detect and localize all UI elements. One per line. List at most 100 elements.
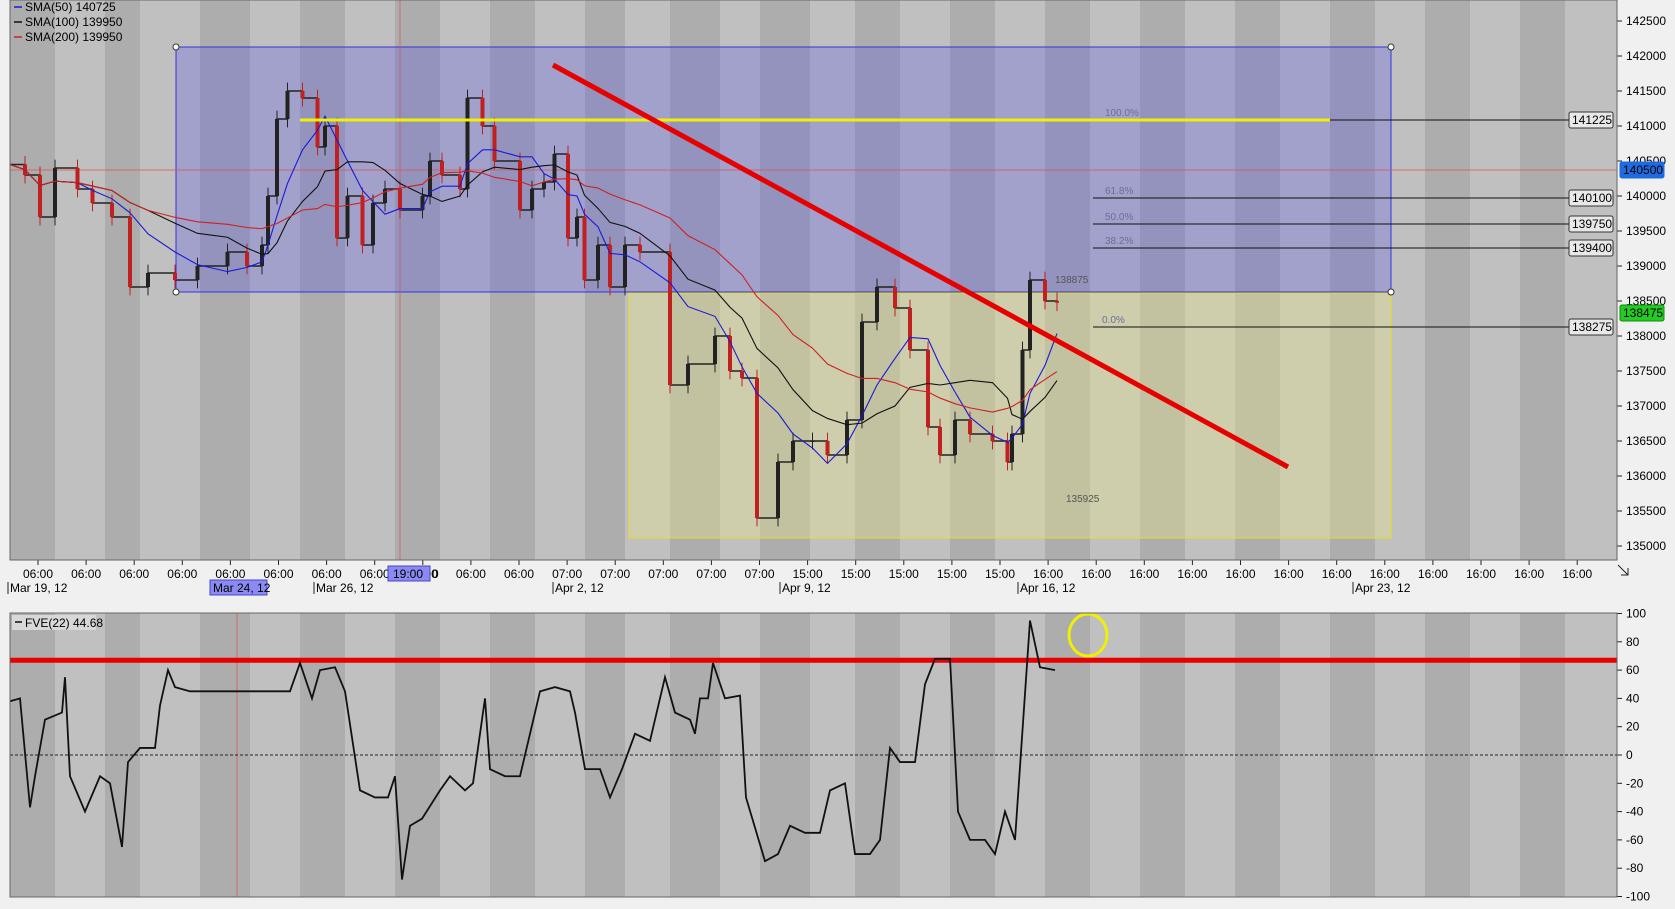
candle-body	[776, 462, 780, 518]
blue-range-box[interactable]	[175, 46, 1392, 293]
indicator-tick-label: 0	[1626, 748, 1633, 762]
date-label: Mar 19, 12	[10, 581, 68, 595]
time-tick-label: 16:00	[1226, 567, 1256, 581]
time-tick-label: 16:00	[1466, 567, 1496, 581]
time-tick-label: 16:00	[1418, 567, 1448, 581]
swing-low-label: 135925	[1066, 494, 1100, 505]
price-tick-label: 142000	[1626, 49, 1666, 63]
legend-sma100: SMA(100) 139950	[25, 15, 123, 29]
time-tick-label: 06:00	[360, 567, 390, 581]
time-tick-label: 16:00	[1081, 567, 1111, 581]
time-tick-label: 07:00	[696, 567, 726, 581]
price-box-label-fib_382: 139400	[1572, 241, 1612, 255]
time-tick-label: 06:00	[312, 567, 342, 581]
candle-body	[371, 203, 375, 245]
candle-body	[713, 336, 717, 364]
time-tick-label: 15:00	[841, 567, 871, 581]
candle-body	[323, 126, 327, 147]
time-tick-label: 06:00	[264, 567, 294, 581]
fib-label: 100.0%	[1105, 108, 1139, 119]
candle-body	[492, 126, 497, 161]
candle-body	[582, 217, 587, 280]
candle-body	[225, 252, 230, 266]
price-tick-label: 141500	[1626, 84, 1666, 98]
price-tick-label: 137500	[1626, 364, 1666, 378]
time-tick-label: 16:00	[1177, 567, 1207, 581]
session-stripe	[1520, 0, 1565, 560]
session-stripe	[10, 0, 55, 560]
time-tick-label: 16:00	[1370, 567, 1400, 581]
candle-body	[128, 217, 132, 287]
candle-body	[315, 98, 320, 147]
candle-body	[518, 161, 522, 210]
candle-body	[53, 168, 57, 217]
price-tick-label: 136000	[1626, 469, 1666, 483]
indicator-tick-label: 40	[1626, 691, 1640, 705]
box-handle[interactable]	[1387, 288, 1395, 296]
time-tick-label: 16:00	[1514, 567, 1544, 581]
legend-sma200: SMA(200) 139950	[25, 30, 123, 44]
yellow-range-box[interactable]	[628, 292, 1392, 539]
time-tick-label: 16:00	[1129, 567, 1159, 581]
candle-body	[1005, 441, 1010, 462]
indicator-tick-label: -80	[1626, 861, 1644, 875]
price-box-label-crosshair: 140500	[1623, 163, 1663, 177]
session-stripe	[105, 0, 140, 560]
legend-sma50: SMA(50) 140725	[25, 0, 116, 14]
box-handle[interactable]	[1387, 43, 1395, 51]
candle-body	[1020, 350, 1025, 434]
indicator-tick-label: -60	[1626, 833, 1644, 847]
candle-body	[893, 287, 897, 308]
candle-body	[810, 441, 815, 442]
date-label: Apr 16, 12	[1020, 581, 1076, 595]
date-label: Mar 26, 12	[316, 581, 374, 595]
crosshair-time-partial: 0	[432, 567, 439, 581]
candle-body	[1028, 280, 1032, 350]
candle-body	[300, 91, 305, 98]
candle-body	[875, 287, 879, 322]
time-tick-label: 07:00	[600, 567, 630, 581]
crosshair-date-label: Mar 24, 12	[213, 581, 271, 595]
price-box-label-fib_0: 138275	[1572, 320, 1612, 334]
time-tick-label: 06:00	[456, 567, 486, 581]
time-tick-label: 16:00	[1274, 567, 1304, 581]
time-tick-label: 06:00	[215, 567, 245, 581]
fib-label: 61.8%	[1105, 186, 1133, 197]
indicator-tick-label: -20	[1626, 776, 1644, 790]
indicator-tick-label: 60	[1626, 663, 1640, 677]
candle-body	[791, 441, 795, 462]
fib-label: 50.0%	[1105, 212, 1133, 223]
time-tick-label: 15:00	[793, 567, 823, 581]
date-label: Apr 9, 12	[782, 581, 831, 595]
time-tick-label: 16:00	[1322, 567, 1352, 581]
session-stripe	[1425, 0, 1470, 560]
price-tick-label: 141000	[1626, 119, 1666, 133]
price-tick-label: 140000	[1626, 189, 1666, 203]
candle-body	[755, 378, 759, 518]
candle-body	[173, 273, 177, 280]
candle-body	[668, 252, 672, 385]
candle-body	[552, 154, 557, 182]
price-tick-label: 135000	[1626, 539, 1666, 553]
time-tick-label: 16:00	[1033, 567, 1063, 581]
price-tick-label: 138000	[1626, 329, 1666, 343]
price-box-label-fib_50: 139750	[1572, 217, 1612, 231]
candle-body	[845, 420, 849, 455]
time-tick-label: 06:00	[71, 567, 101, 581]
candle-body	[75, 168, 80, 189]
candle-body	[1055, 301, 1059, 303]
candle-body	[575, 217, 579, 238]
indicator-tick-label: 80	[1626, 635, 1640, 649]
candle-body	[110, 203, 114, 217]
candle-body	[740, 371, 744, 378]
box-handle[interactable]	[172, 43, 180, 51]
time-tick-label: 16:00	[1562, 567, 1592, 581]
time-tick-label: 07:00	[745, 567, 775, 581]
candle-body	[480, 98, 485, 126]
time-tick-label: 07:00	[552, 567, 582, 581]
indicator-legend-label: FVE(22) 44.68	[25, 616, 103, 630]
box-handle[interactable]	[172, 288, 180, 296]
price-box-label-last: 138475	[1623, 306, 1663, 320]
indicator-tick-label: 100	[1626, 607, 1646, 621]
fib-label: 38.2%	[1105, 236, 1133, 247]
